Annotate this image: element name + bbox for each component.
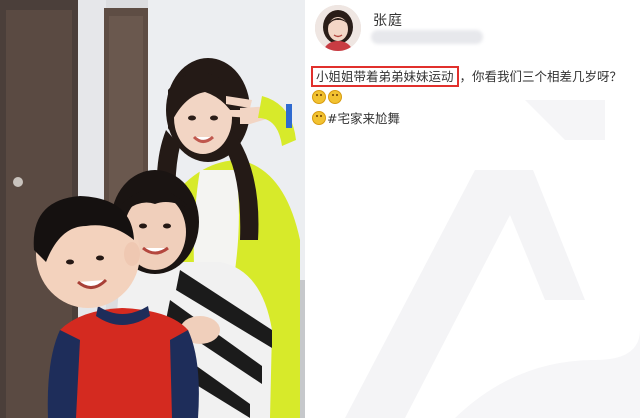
family-photo-illustration [0,0,305,418]
highlighted-phrase: 小姐姐带着弟弟妹妹运动 [311,66,459,87]
social-post: 张庭 小姐姐带着弟弟妹妹运动 ，你看我们三个相差几岁呀？ #宅家来尬舞 [305,0,640,418]
post-text: 小姐姐带着弟弟妹妹运动 ，你看我们三个相差几岁呀？ #宅家来尬舞 [311,66,636,129]
post-meta-blurred [371,30,483,44]
post-photo[interactable] [0,0,305,418]
watermark-logo [345,100,640,418]
username[interactable]: 张庭 [373,10,403,30]
smile-emoji-icon [328,90,342,104]
avatar[interactable] [315,5,361,51]
smile-emoji-icon [312,90,326,104]
avatar-image [315,5,361,51]
smile-emoji-icon [312,111,326,125]
post-body-text: ，你看我们三个相差几岁呀？ [459,69,623,84]
hashtag-link[interactable]: #宅家来尬舞 [327,111,400,126]
